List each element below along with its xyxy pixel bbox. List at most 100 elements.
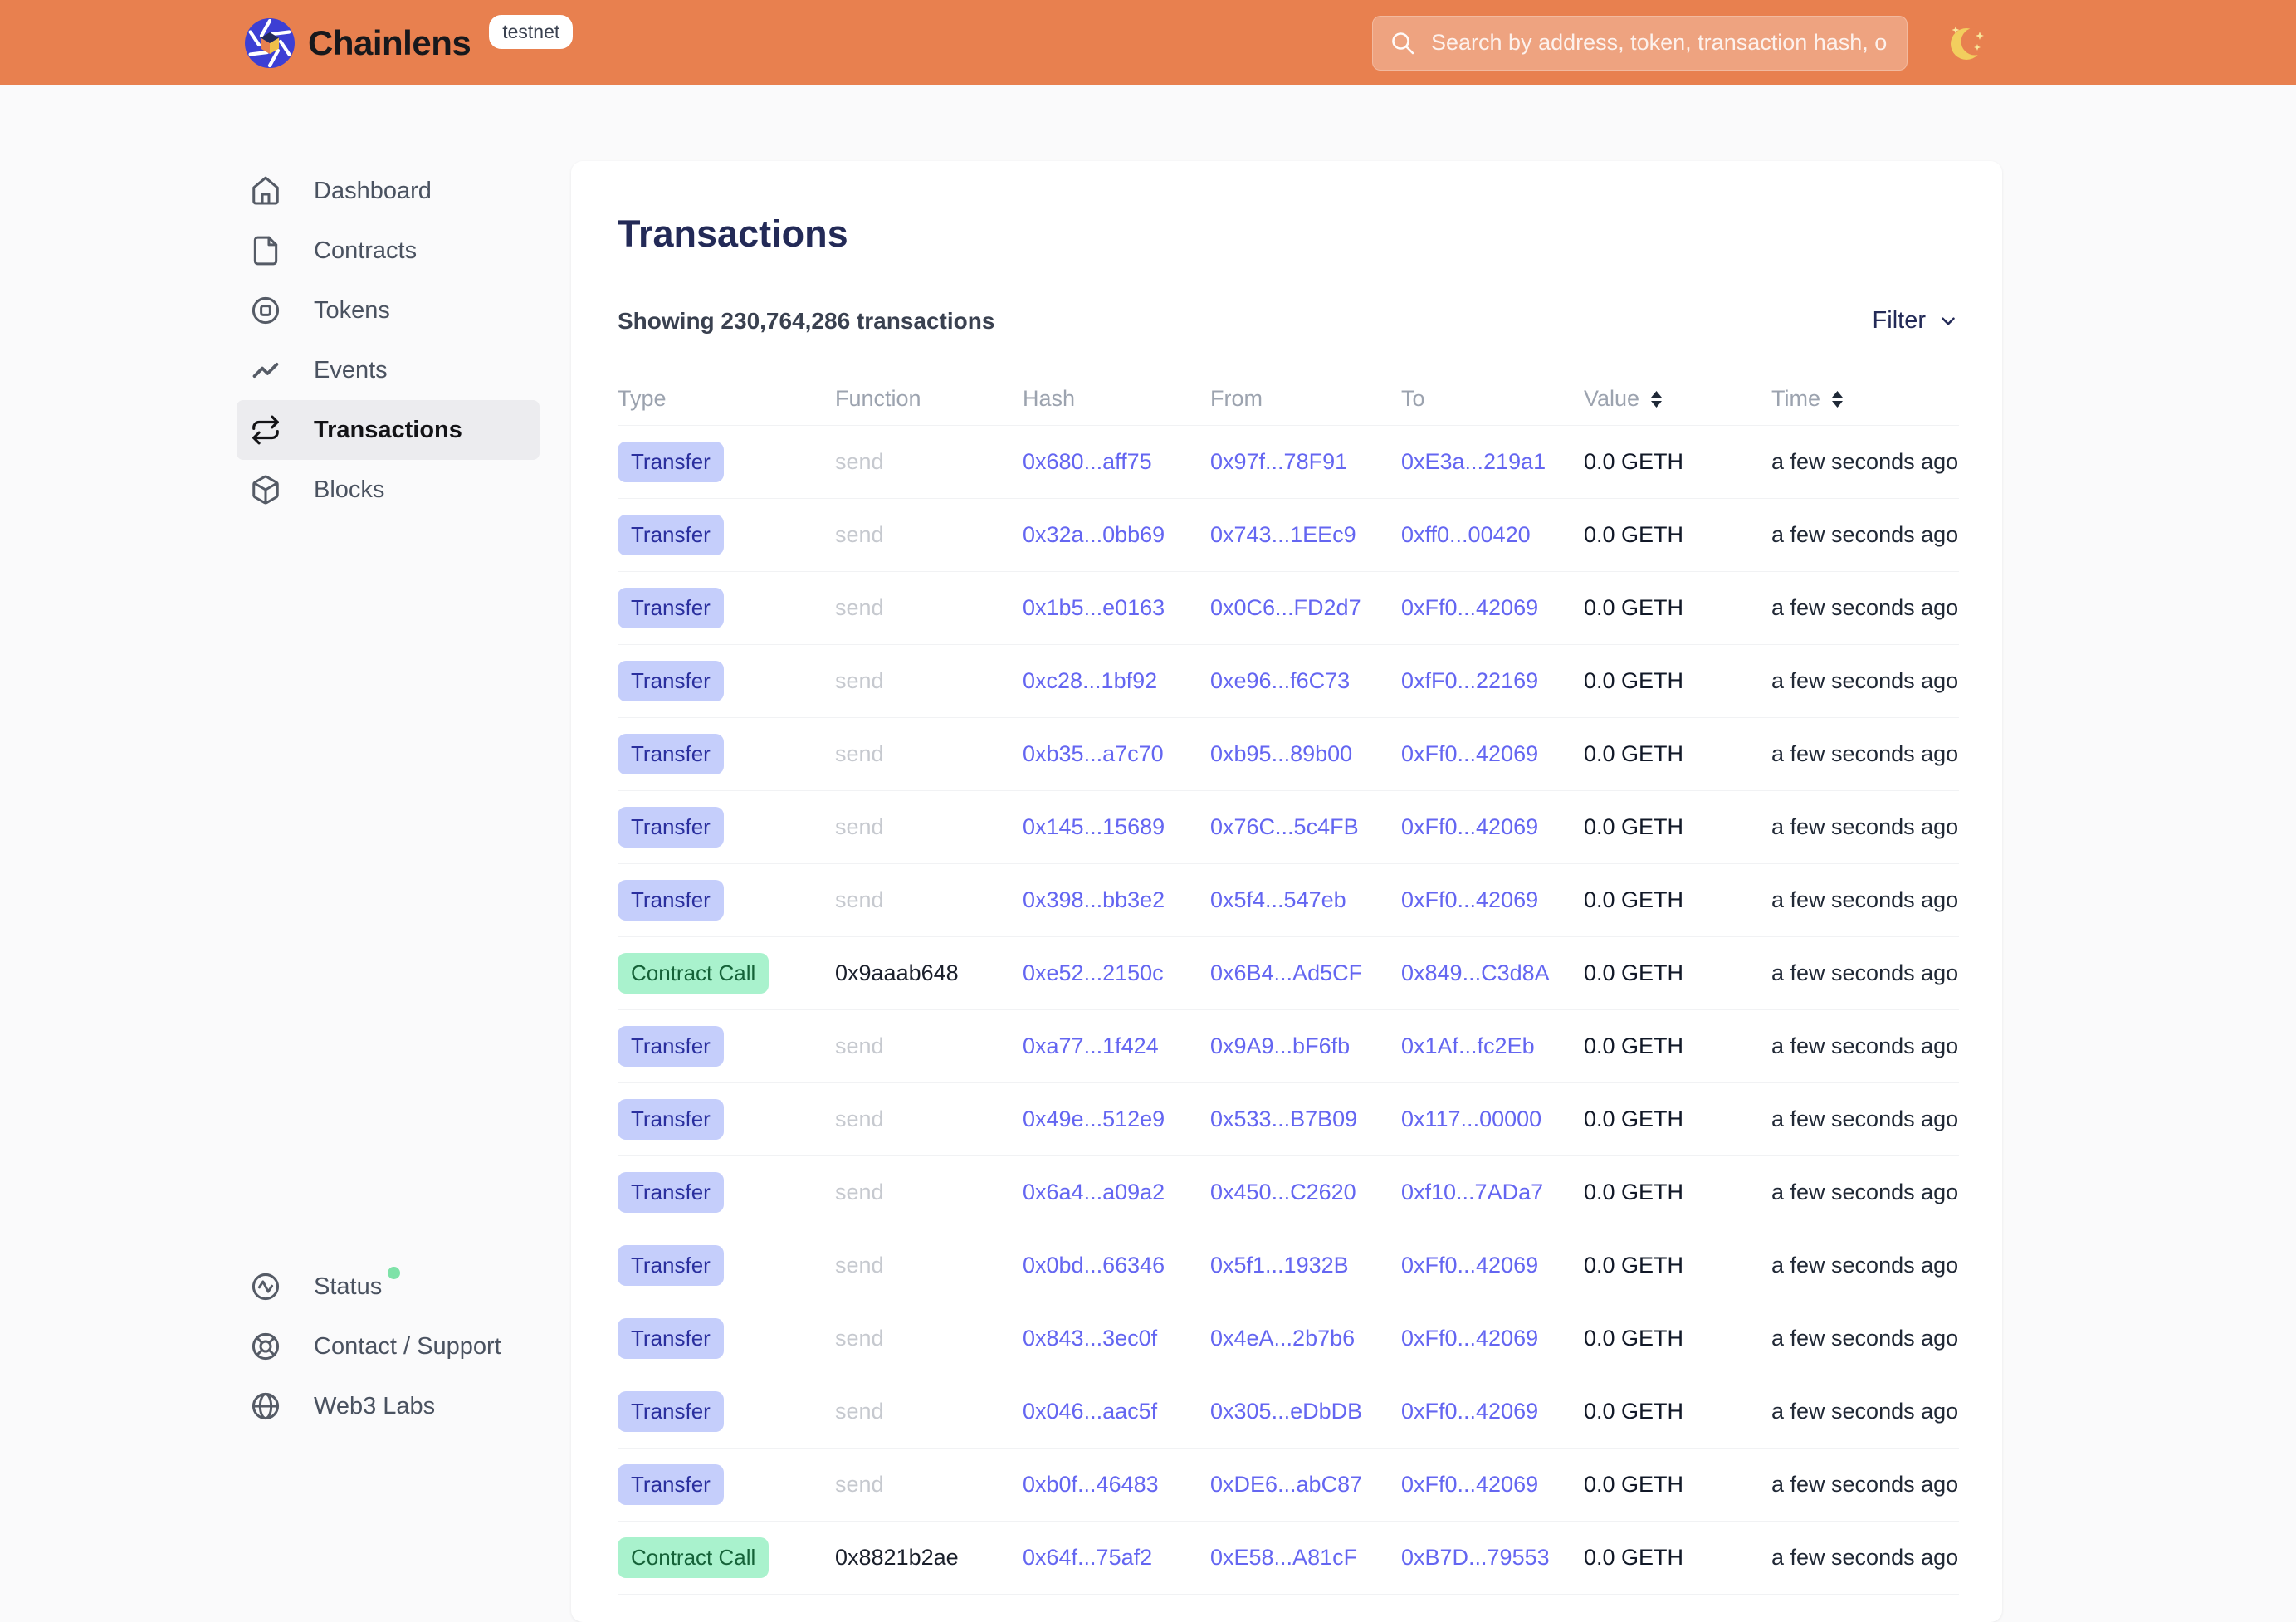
hash-link[interactable]: 0x1b5...e0163 [1023, 595, 1165, 620]
hash-link[interactable]: 0x6a4...a09a2 [1023, 1180, 1165, 1204]
hash-link[interactable]: 0x49e...512e9 [1023, 1107, 1165, 1131]
search-input[interactable] [1429, 29, 1890, 56]
to-link[interactable]: 0xFf0...42069 [1401, 1399, 1538, 1424]
function-cell: send [835, 1326, 1023, 1351]
sidebar-item-contact-support[interactable]: Contact / Support [237, 1317, 540, 1376]
from-link[interactable]: 0x305...eDbDB [1210, 1399, 1362, 1424]
filter-button[interactable]: Filter [1873, 307, 1959, 335]
from-link[interactable]: 0xDE6...abC87 [1210, 1472, 1362, 1497]
to-link[interactable]: 0xFf0...42069 [1401, 1326, 1538, 1351]
sidebar-item-web3-labs[interactable]: Web3 Labs [237, 1376, 540, 1436]
function-cell: send [835, 1253, 1023, 1278]
col-value[interactable]: Value [1584, 386, 1771, 412]
type-badge: Transfer [618, 1318, 724, 1359]
from-link[interactable]: 0xE58...A81cF [1210, 1545, 1357, 1570]
sort-icon[interactable] [1649, 389, 1663, 409]
hash-link[interactable]: 0xe52...2150c [1023, 960, 1164, 985]
to-link[interactable]: 0xfF0...22169 [1401, 668, 1538, 693]
sidebar-item-status[interactable]: Status [237, 1257, 540, 1317]
theme-toggle-button[interactable] [1947, 22, 1991, 65]
from-link[interactable]: 0x533...B7B09 [1210, 1107, 1357, 1131]
col-hash: Hash [1023, 386, 1210, 412]
to-link[interactable]: 0xf10...7ADa7 [1401, 1180, 1543, 1204]
search-box[interactable] [1372, 16, 1908, 71]
to-link[interactable]: 0xE3a...219a1 [1401, 449, 1546, 474]
from-link[interactable]: 0x5f4...547eb [1210, 887, 1346, 912]
hash-link[interactable]: 0xb0f...46483 [1023, 1472, 1159, 1497]
col-from: From [1210, 386, 1401, 412]
type-cell: Transfer [618, 807, 835, 848]
col-type: Type [618, 386, 835, 412]
function-cell: send [835, 668, 1023, 694]
sidebar-item-tokens[interactable]: Tokens [237, 281, 540, 340]
type-cell: Transfer [618, 1245, 835, 1286]
hash-link[interactable]: 0x046...aac5f [1023, 1399, 1157, 1424]
type-cell: Transfer [618, 1099, 835, 1140]
to-link[interactable]: 0x849...C3d8A [1401, 960, 1550, 985]
to-link[interactable]: 0x1Af...fc2Eb [1401, 1033, 1535, 1058]
hash-link[interactable]: 0xb35...a7c70 [1023, 741, 1164, 766]
moon-icon [1947, 22, 1991, 65]
table-row: Transfer send 0xa77...1f424 0x9A9...bF6f… [618, 1010, 1959, 1083]
hash-link[interactable]: 0x398...bb3e2 [1023, 887, 1165, 912]
to-link[interactable]: 0xFf0...42069 [1401, 1472, 1538, 1497]
hash-link[interactable]: 0x843...3ec0f [1023, 1326, 1157, 1351]
to-link[interactable]: 0xB7D...79553 [1401, 1545, 1550, 1570]
hash-link[interactable]: 0xc28...1bf92 [1023, 668, 1157, 693]
value-cell: 0.0 GETH [1584, 522, 1771, 548]
to-link[interactable]: 0xFf0...42069 [1401, 887, 1538, 912]
hash-link[interactable]: 0x680...aff75 [1023, 449, 1152, 474]
to-link[interactable]: 0xFf0...42069 [1401, 814, 1538, 839]
type-badge: Transfer [618, 1391, 724, 1432]
to-link[interactable]: 0x117...00000 [1401, 1107, 1541, 1131]
hash-link[interactable]: 0xa77...1f424 [1023, 1033, 1159, 1058]
hash-link[interactable]: 0x0bd...66346 [1023, 1253, 1165, 1278]
type-cell: Contract Call [618, 953, 835, 994]
to-link[interactable]: 0xFf0...42069 [1401, 595, 1538, 620]
chevron-down-icon [1937, 310, 1959, 332]
summary-row: Showing 230,764,286 transactions Filter [618, 307, 1959, 335]
from-link[interactable]: 0x76C...5c4FB [1210, 814, 1359, 839]
from-link[interactable]: 0x743...1EEc9 [1210, 522, 1356, 547]
app-header: Chainlens testnet [0, 0, 2296, 85]
hash-link[interactable]: 0x145...15689 [1023, 814, 1165, 839]
sidebar-item-events[interactable]: Events [237, 340, 540, 400]
brand[interactable]: Chainlens testnet [243, 15, 573, 71]
type-cell: Transfer [618, 1026, 835, 1067]
col-time[interactable]: Time [1771, 386, 1959, 412]
function-cell: send [835, 1472, 1023, 1497]
sidebar-item-dashboard[interactable]: Dashboard [237, 161, 540, 221]
sort-icon[interactable] [1830, 389, 1844, 409]
from-link[interactable]: 0x5f1...1932B [1210, 1253, 1349, 1278]
from-link[interactable]: 0xb95...89b00 [1210, 741, 1352, 766]
from-link[interactable]: 0xe96...f6C73 [1210, 668, 1350, 693]
type-badge: Transfer [618, 442, 724, 482]
from-link[interactable]: 0x0C6...FD2d7 [1210, 595, 1361, 620]
hash-link[interactable]: 0x64f...75af2 [1023, 1545, 1152, 1570]
sidebar-item-contracts[interactable]: Contracts [237, 221, 540, 281]
hash-link[interactable]: 0x32a...0bb69 [1023, 522, 1165, 547]
table-row: Transfer send 0xb0f...46483 0xDE6...abC8… [618, 1449, 1959, 1522]
to-link[interactable]: 0xff0...00420 [1401, 522, 1531, 547]
value-cell: 0.0 GETH [1584, 1326, 1771, 1351]
token-icon [249, 294, 282, 327]
to-link[interactable]: 0xFf0...42069 [1401, 1253, 1538, 1278]
table-row: Transfer send 0x1b5...e0163 0x0C6...FD2d… [618, 572, 1959, 645]
function-cell: send [835, 887, 1023, 913]
from-link[interactable]: 0x450...C2620 [1210, 1180, 1356, 1204]
function-cell: 0x8821b2ae [835, 1545, 1023, 1571]
from-link[interactable]: 0x4eA...2b7b6 [1210, 1326, 1355, 1351]
from-link[interactable]: 0x9A9...bF6fb [1210, 1033, 1350, 1058]
time-cell: a few seconds ago [1771, 595, 1959, 621]
from-link[interactable]: 0x97f...78F91 [1210, 449, 1347, 474]
table-row: Transfer send 0x145...15689 0x76C...5c4F… [618, 791, 1959, 864]
filter-label: Filter [1873, 307, 1926, 335]
value-cell: 0.0 GETH [1584, 1545, 1771, 1571]
sidebar-item-blocks[interactable]: Blocks [237, 460, 540, 520]
value-cell: 0.0 GETH [1584, 741, 1771, 767]
sidebar-item-transactions[interactable]: Transactions [237, 400, 540, 460]
from-link[interactable]: 0x6B4...Ad5CF [1210, 960, 1362, 985]
table-body: Transfer send 0x680...aff75 0x97f...78F9… [618, 426, 1959, 1595]
type-cell: Transfer [618, 1172, 835, 1213]
to-link[interactable]: 0xFf0...42069 [1401, 741, 1538, 766]
